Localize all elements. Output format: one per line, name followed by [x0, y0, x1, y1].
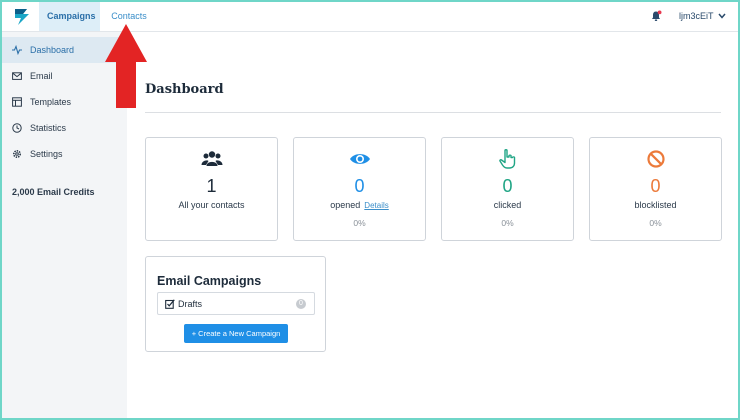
stat-value: 0 [650, 176, 661, 196]
annotation-arrow-icon [105, 24, 147, 108]
sidebar-item-label: Templates [30, 97, 72, 107]
divider [145, 112, 721, 113]
users-icon [201, 151, 223, 166]
sidebar-item-label: Dashboard [30, 45, 75, 55]
stat-card-blocklisted: 0 blocklisted 0% [589, 137, 722, 241]
logo-icon[interactable] [13, 7, 31, 27]
chevron-down-icon[interactable] [718, 13, 726, 19]
gear-icon [12, 149, 22, 159]
ban-icon [647, 150, 665, 168]
edit-checkbox-icon [165, 299, 175, 309]
stat-card-opened: 0 opened Details 0% [293, 137, 426, 241]
drafts-row[interactable]: Drafts 0 [157, 292, 315, 315]
create-campaign-button[interactable]: + Create a New Campaign [184, 324, 288, 343]
stat-value: 0 [354, 176, 365, 196]
bell-icon[interactable] [650, 10, 662, 22]
clock-icon [12, 123, 22, 133]
panel-title: Email Campaigns [157, 274, 262, 288]
template-icon [12, 97, 22, 107]
eye-icon [350, 154, 370, 164]
pointer-hand-icon [499, 149, 516, 169]
page-title: Dashboard [145, 82, 224, 97]
stat-card-contacts: 1 All your contacts [145, 137, 278, 241]
stat-percent: 0% [353, 218, 366, 228]
stat-value: 1 [206, 176, 217, 196]
stat-caption: clicked [493, 200, 522, 210]
email-credits: 2,000 Email Credits [12, 187, 95, 197]
sidebar-item-label: Statistics [30, 123, 67, 133]
stat-value: 0 [502, 176, 513, 196]
drafts-count-badge: 0 [296, 299, 306, 309]
tab-campaigns[interactable]: Campaigns [39, 2, 100, 31]
stat-percent: 0% [501, 218, 514, 228]
sidebar-item-statistics[interactable]: Statistics [2, 115, 127, 141]
drafts-label: Drafts [178, 299, 203, 309]
stat-card-clicked: 0 clicked 0% [441, 137, 574, 241]
stat-caption: opened [330, 200, 361, 210]
email-campaigns-panel: Email Campaigns Drafts 0 + Create a New … [145, 256, 326, 352]
sidebar-item-label: Settings [30, 149, 63, 159]
activity-icon [12, 45, 22, 55]
stat-caption-row: opened Details [294, 200, 425, 210]
sidebar-item-label: Email [30, 71, 53, 81]
stat-caption: blocklisted [634, 200, 677, 210]
envelope-icon [12, 72, 22, 80]
user-menu[interactable]: ljm3cEiT [679, 2, 714, 31]
details-link[interactable]: Details [364, 201, 388, 210]
stat-caption: All your contacts [178, 200, 245, 210]
stat-percent: 0% [649, 218, 662, 228]
sidebar-item-settings[interactable]: Settings [2, 141, 127, 167]
